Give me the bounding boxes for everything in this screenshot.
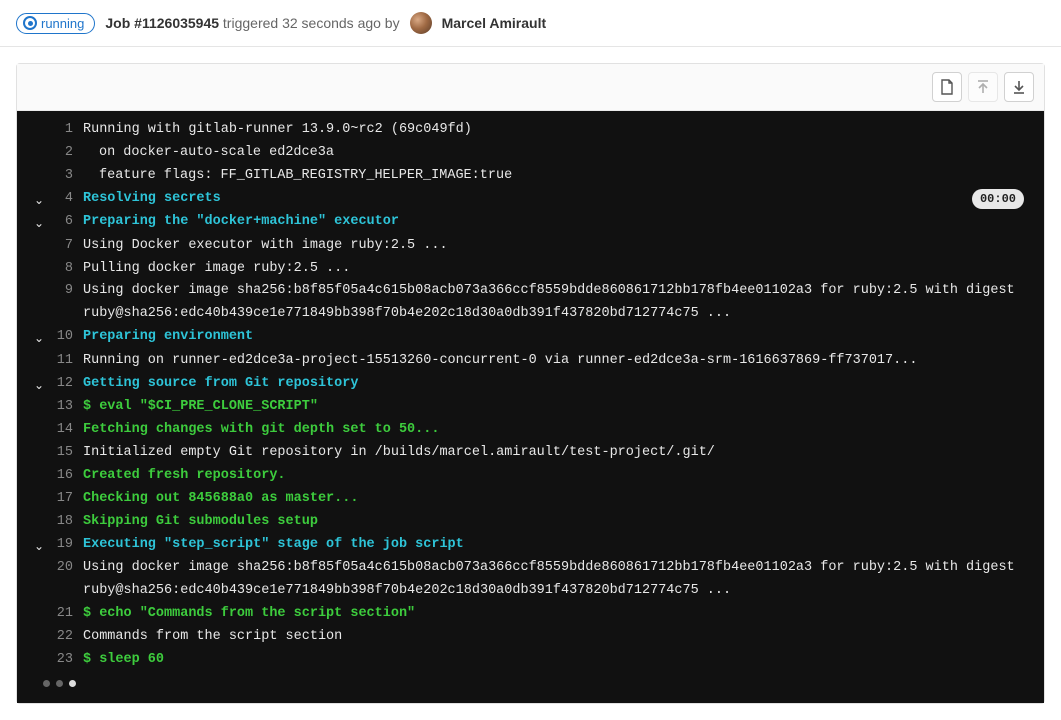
log-content: Created fresh repository. — [83, 465, 1032, 488]
log-content: Using Docker executor with image ruby:2.… — [83, 235, 1032, 258]
scroll-top-button[interactable] — [968, 72, 998, 102]
loading-indicator — [25, 672, 1032, 691]
triggered-text: triggered 32 seconds ago by — [223, 15, 400, 31]
log-line: 21$ echo "Commands from the script secti… — [25, 603, 1032, 626]
status-badge[interactable]: running — [16, 13, 95, 34]
log-content: Checking out 845688a0 as master... — [83, 488, 1032, 511]
log-content: Skipping Git submodules setup — [83, 511, 1032, 534]
arrow-up-bar-icon — [977, 80, 989, 94]
log-content: feature flags: FF_GITLAB_REGISTRY_HELPER… — [83, 165, 1032, 188]
line-number[interactable]: 17 — [53, 488, 83, 511]
job-header: running Job #1126035945 triggered 32 sec… — [0, 0, 1061, 47]
line-number[interactable]: 23 — [53, 649, 83, 672]
log-line: 1Running with gitlab-runner 13.9.0~rc2 (… — [25, 119, 1032, 142]
console-toolbar — [17, 64, 1044, 111]
chevron-down-icon[interactable]: ⌄ — [34, 376, 44, 396]
line-number[interactable]: 8 — [53, 258, 83, 281]
line-number[interactable]: 22 — [53, 626, 83, 649]
chevron-down-icon[interactable]: ⌄ — [34, 537, 44, 557]
log-line: 9Using docker image sha256:b8f85f05a4c61… — [25, 280, 1032, 326]
status-text: running — [41, 16, 84, 31]
line-number[interactable]: 12 — [53, 373, 83, 396]
line-number[interactable]: 11 — [53, 350, 83, 373]
log-content: $ eval "$CI_PRE_CLONE_SCRIPT" — [83, 396, 1032, 419]
log-line: 13$ eval "$CI_PRE_CLONE_SCRIPT" — [25, 396, 1032, 419]
log-content: $ sleep 60 — [83, 649, 1032, 672]
chevron-down-icon[interactable]: ⌄ — [34, 329, 44, 349]
avatar[interactable] — [410, 12, 432, 34]
dot-icon — [43, 680, 50, 687]
chevron-down-icon[interactable]: ⌄ — [34, 191, 44, 211]
line-number[interactable]: 15 — [53, 442, 83, 465]
log-content: Running with gitlab-runner 13.9.0~rc2 (6… — [83, 119, 1032, 142]
job-id: Job #1126035945 — [105, 15, 219, 31]
log-section-header: ⌄ 12Getting source from Git repository — [25, 373, 1032, 396]
line-number[interactable]: 18 — [53, 511, 83, 534]
user-name[interactable]: Marcel Amirault — [442, 15, 547, 31]
line-number[interactable]: 9 — [53, 280, 83, 303]
line-number[interactable]: 7 — [53, 235, 83, 258]
log-line: 15Initialized empty Git repository in /b… — [25, 442, 1032, 465]
log-content: Pulling docker image ruby:2.5 ... — [83, 258, 1032, 281]
log-line: 7Using Docker executor with image ruby:2… — [25, 235, 1032, 258]
section-duration: 00:00 — [972, 189, 1024, 209]
line-number[interactable]: 21 — [53, 603, 83, 626]
log-content: Using docker image sha256:b8f85f05a4c615… — [83, 280, 1032, 326]
log-line: 17Checking out 845688a0 as master... — [25, 488, 1032, 511]
line-number[interactable]: 19 — [53, 534, 83, 557]
log-line: 8Pulling docker image ruby:2.5 ... — [25, 258, 1032, 281]
log-section-header: ⌄ 19Executing "step_script" stage of the … — [25, 534, 1032, 557]
log-content: on docker-auto-scale ed2dce3a — [83, 142, 1032, 165]
dot-icon — [56, 680, 63, 687]
log-line: 16Created fresh repository. — [25, 465, 1032, 488]
log-content: Preparing the "docker+machine" executor — [83, 211, 1032, 234]
log-section-header: ⌄ 6Preparing the "docker+machine" executo… — [25, 211, 1032, 234]
line-number[interactable]: 13 — [53, 396, 83, 419]
log-line: 3feature flags: FF_GITLAB_REGISTRY_HELPE… — [25, 165, 1032, 188]
log-content: Executing "step_script" stage of the job… — [83, 534, 1032, 557]
log-content: Using docker image sha256:b8f85f05a4c615… — [83, 557, 1032, 603]
line-number[interactable]: 2 — [53, 142, 83, 165]
line-number[interactable]: 16 — [53, 465, 83, 488]
log-content: Initialized empty Git repository in /bui… — [83, 442, 1032, 465]
log-content: Resolving secrets — [83, 188, 1032, 211]
console-wrap: 1Running with gitlab-runner 13.9.0~rc2 (… — [16, 63, 1045, 704]
log-section-header: ⌄ 10Preparing environment — [25, 326, 1032, 349]
log-line: 2on docker-auto-scale ed2dce3a — [25, 142, 1032, 165]
log-line: 18Skipping Git submodules setup — [25, 511, 1032, 534]
running-icon — [23, 16, 37, 30]
line-number[interactable]: 10 — [53, 326, 83, 349]
dot-icon — [69, 680, 76, 687]
log-line: 22Commands from the script section — [25, 626, 1032, 649]
line-number[interactable]: 6 — [53, 211, 83, 234]
log-content: Running on runner-ed2dce3a-project-15513… — [83, 350, 1032, 373]
log-line: 14Fetching changes with git depth set to… — [25, 419, 1032, 442]
chevron-down-icon[interactable]: ⌄ — [34, 214, 44, 234]
log-content: Getting source from Git repository — [83, 373, 1032, 396]
arrow-down-bar-icon — [1013, 80, 1025, 94]
line-number[interactable]: 20 — [53, 557, 83, 580]
log-content: Fetching changes with git depth set to 5… — [83, 419, 1032, 442]
log-line: 20Using docker image sha256:b8f85f05a4c6… — [25, 557, 1032, 603]
raw-log-button[interactable] — [932, 72, 962, 102]
log-line: 23$ sleep 60 — [25, 649, 1032, 672]
log-content: Preparing environment — [83, 326, 1032, 349]
log-content: Commands from the script section — [83, 626, 1032, 649]
line-number[interactable]: 1 — [53, 119, 83, 142]
job-console[interactable]: 1Running with gitlab-runner 13.9.0~rc2 (… — [17, 111, 1044, 703]
log-line: 11Running on runner-ed2dce3a-project-155… — [25, 350, 1032, 373]
log-section-header: ⌄ 4Resolving secrets00:00 — [25, 188, 1032, 211]
log-content: $ echo "Commands from the script section… — [83, 603, 1032, 626]
document-icon — [940, 79, 954, 95]
scroll-bottom-button[interactable] — [1004, 72, 1034, 102]
line-number[interactable]: 3 — [53, 165, 83, 188]
line-number[interactable]: 4 — [53, 188, 83, 211]
line-number[interactable]: 14 — [53, 419, 83, 442]
